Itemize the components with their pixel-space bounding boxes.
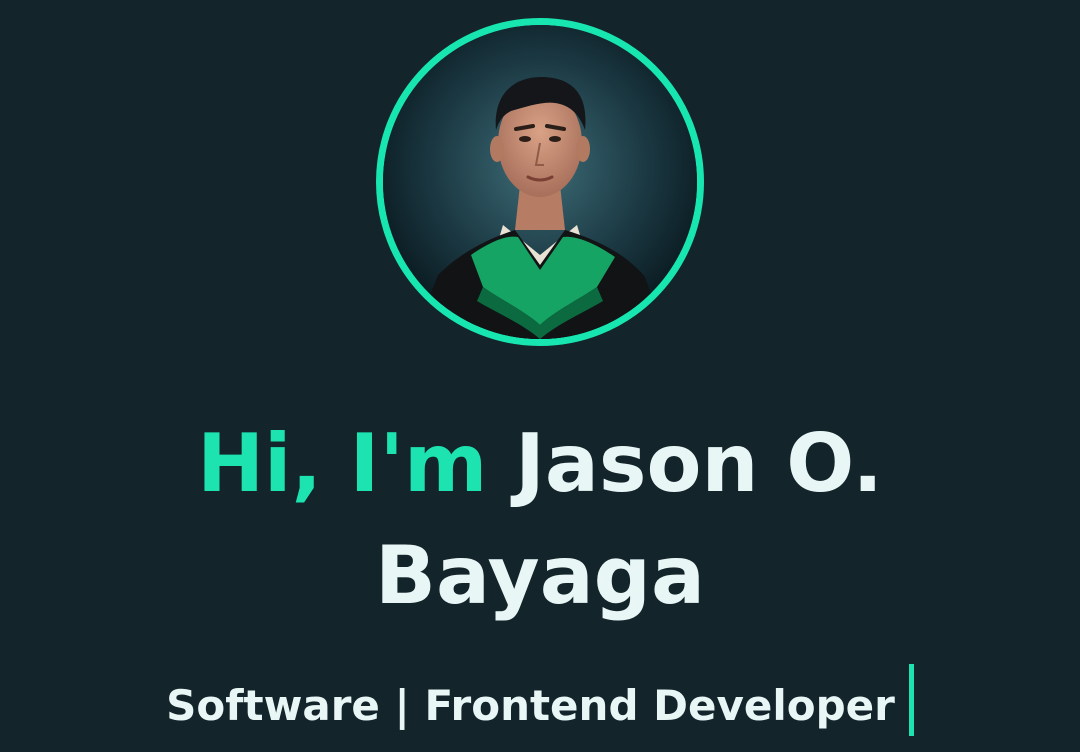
profile-photo — [376, 18, 704, 346]
role-subtitle: Software | Frontend Developer — [0, 664, 1080, 736]
greeting-text: Hi, I'm — [197, 417, 488, 510]
name-first-line: Jason O. — [515, 417, 883, 510]
role-text: Software | Frontend Developer — [166, 681, 895, 730]
typing-cursor-icon — [908, 664, 914, 736]
graduation-portrait-photo — [383, 25, 697, 339]
name-second-line: Bayaga — [375, 529, 705, 622]
hero-section: Hi, I'm Jason O. Bayaga Software | Front… — [0, 0, 1080, 752]
hero-headline: Hi, I'm Jason O. Bayaga — [0, 408, 1080, 632]
